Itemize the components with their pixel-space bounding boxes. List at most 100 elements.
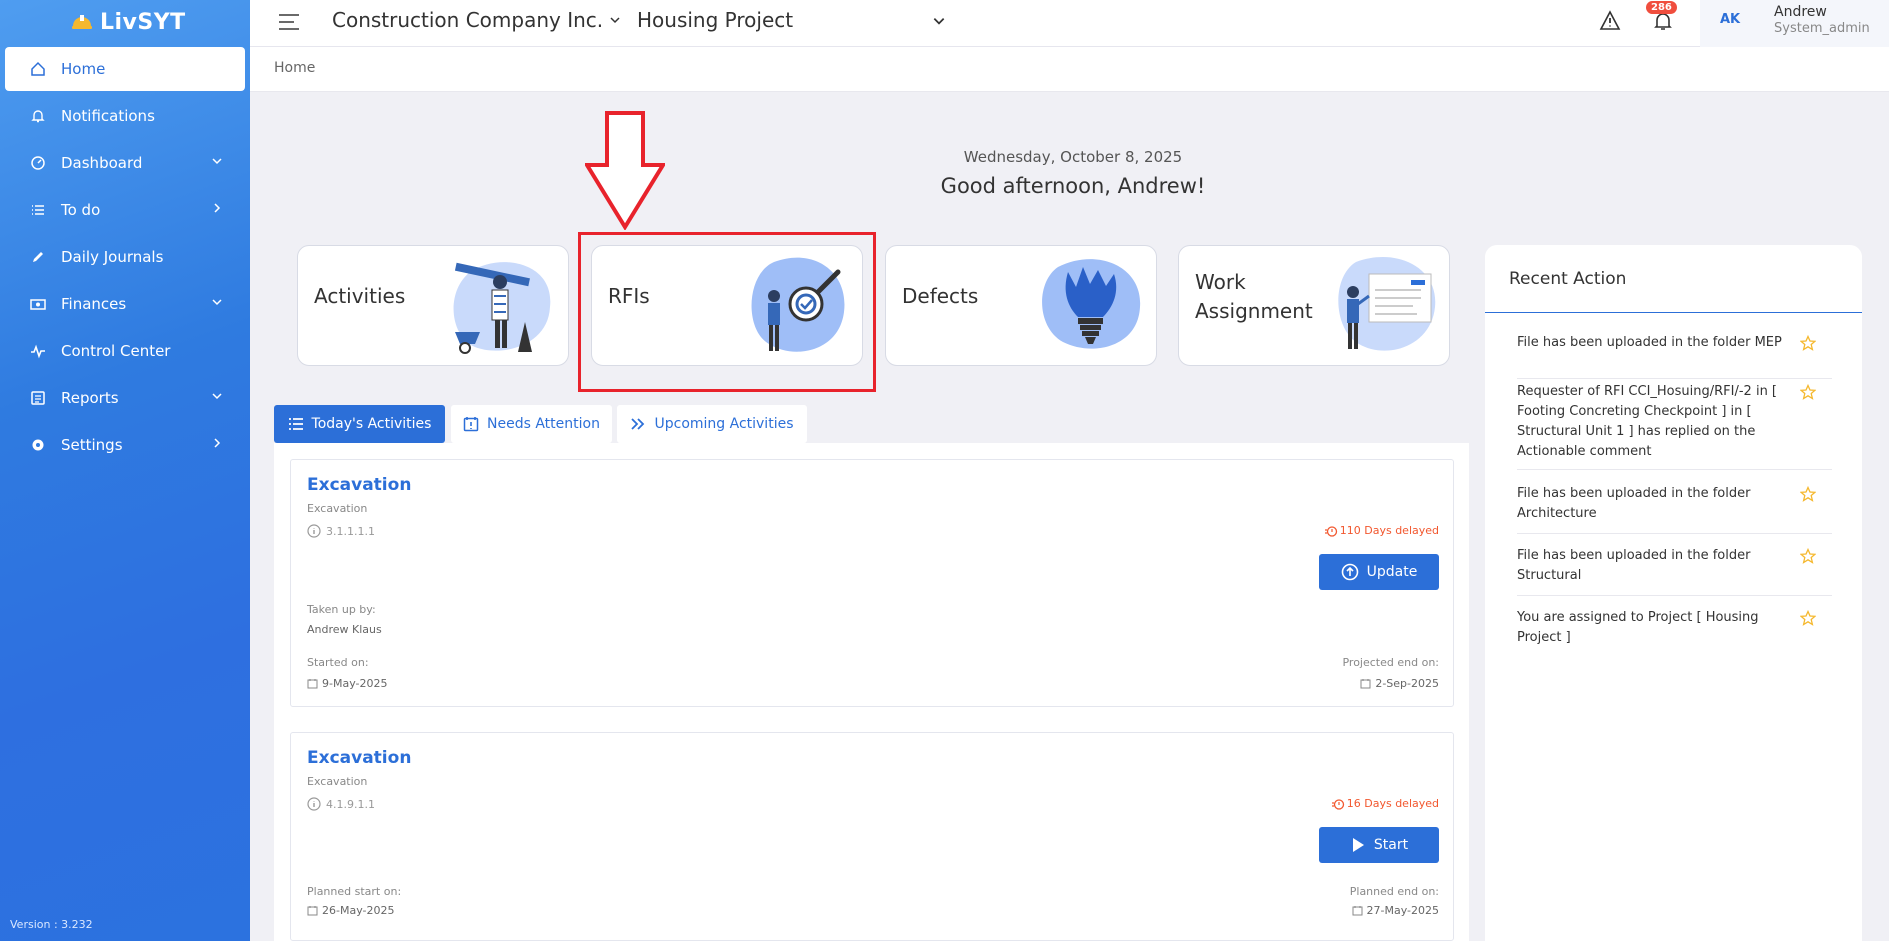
company-selector[interactable]: Construction Company Inc.: [332, 8, 621, 32]
sidebar-item-finances[interactable]: Finances: [5, 282, 245, 326]
broken-lightbulb-illustration-icon: [1042, 259, 1141, 349]
calendar-alert-icon: [463, 417, 479, 432]
star-icon[interactable]: [1800, 548, 1816, 564]
activities-panel: Excavation Excavation 3.1.1.1.1 110 Days…: [274, 443, 1469, 941]
chevron-right-icon: [214, 438, 221, 448]
app-root: LivSYT Home Notifications Dashboard To d…: [0, 0, 1889, 941]
projected-end-value: 2-Sep-2025: [1360, 677, 1439, 690]
activity-code: 4.1.9.1.1: [307, 797, 375, 811]
activity-subtitle: Excavation: [307, 775, 368, 788]
tab-needs-attention[interactable]: Needs Attention: [451, 405, 612, 443]
tab-label: Needs Attention: [487, 416, 600, 432]
tab-todays-activities[interactable]: Today's Activities: [274, 405, 445, 443]
sidebar-item-notifications[interactable]: Notifications: [5, 94, 245, 138]
work-assignment-card[interactable]: Work Assignment: [1178, 245, 1450, 366]
star-icon[interactable]: [1800, 335, 1816, 351]
info-icon: [307, 524, 321, 538]
worker-illustration-icon: [453, 262, 551, 354]
star-icon[interactable]: [1800, 384, 1816, 400]
user-name: Andrew: [1774, 4, 1827, 20]
recent-action-divider: [1485, 312, 1862, 313]
warning-icon[interactable]: [1599, 10, 1621, 32]
timer-icon: [1324, 525, 1337, 537]
activities-card[interactable]: Activities: [297, 245, 569, 366]
greeting-message: Good afternoon, Andrew!: [940, 174, 1206, 198]
sidebar-item-label: To do: [61, 201, 101, 219]
sidebar-item-daily-journals[interactable]: Daily Journals: [5, 235, 245, 279]
play-icon: [1352, 838, 1364, 852]
sidebar-item-control-center[interactable]: Control Center: [5, 329, 245, 373]
sidebar-item-label: Notifications: [61, 107, 155, 125]
sidebar-item-label: Dashboard: [61, 154, 143, 172]
sidebar-item-dashboard[interactable]: Dashboard: [5, 141, 245, 185]
list-item[interactable]: File has been uploaded in the folder Arc…: [1517, 484, 1832, 534]
sidebar-item-label: Reports: [61, 389, 119, 407]
project-selector[interactable]: Housing Project: [637, 8, 793, 32]
calendar-icon: [307, 906, 318, 916]
pulse-icon: [29, 342, 47, 360]
defects-card[interactable]: Defects: [885, 245, 1157, 366]
pencil-icon: [29, 248, 47, 266]
tab-label: Today's Activities: [311, 416, 432, 432]
hamburger-menu-icon[interactable]: [278, 13, 300, 31]
breadcrumb: Home: [250, 47, 1889, 92]
tab-upcoming-activities[interactable]: Upcoming Activities: [617, 405, 807, 443]
sidebar-item-label: Settings: [61, 436, 123, 454]
chevron-down-icon: [212, 393, 222, 400]
breadcrumb-home[interactable]: Home: [274, 60, 315, 76]
chevron-down-icon: [610, 17, 620, 24]
sidebar-item-label: Daily Journals: [61, 248, 164, 266]
card-title: Defects: [902, 284, 979, 308]
sidebar-item-reports[interactable]: Reports: [5, 376, 245, 420]
calendar-icon: [307, 679, 318, 689]
helmet-logo-icon: [72, 15, 92, 29]
topbar: Construction Company Inc. Housing Projec…: [250, 0, 1889, 47]
timer-icon: [1331, 798, 1344, 810]
list-item[interactable]: You are assigned to Project [ Housing Pr…: [1517, 608, 1832, 654]
sidebar-item-label: Home: [61, 60, 106, 78]
star-icon[interactable]: [1800, 610, 1816, 626]
notification-count-badge: 286: [1646, 1, 1677, 14]
activity-title[interactable]: Excavation: [307, 475, 411, 495]
user-menu[interactable]: AK Andrew System_admin: [1700, 0, 1889, 47]
activity-card: Excavation Excavation 4.1.9.1.1 16 Days …: [290, 732, 1454, 941]
update-button[interactable]: Update: [1319, 554, 1439, 590]
brand-name: LivSYT: [100, 9, 186, 35]
calendar-icon: [1360, 679, 1371, 689]
star-icon[interactable]: [1800, 486, 1816, 502]
activity-title[interactable]: Excavation: [307, 748, 411, 768]
chevron-down-icon: [212, 158, 222, 165]
list-item[interactable]: File has been uploaded in the folder Str…: [1517, 546, 1832, 596]
card-title: Activities: [314, 284, 406, 308]
list-item[interactable]: File has been uploaded in the folder MEP: [1517, 333, 1832, 379]
activity-card: Excavation Excavation 3.1.1.1.1 110 Days…: [290, 459, 1454, 707]
taken-up-label: Taken up by:: [307, 603, 376, 616]
sidebar-item-home[interactable]: Home: [5, 47, 245, 91]
list-item[interactable]: Requester of RFI CCI_Hosuing/RFI/-2 in […: [1517, 382, 1832, 470]
gear-icon: [29, 436, 47, 454]
red-arrow-annotation-icon: [585, 111, 665, 230]
report-icon: [29, 389, 47, 407]
list-icon: [29, 201, 47, 219]
upload-circle-icon: [1341, 563, 1358, 581]
chevron-right-icon: [214, 203, 221, 213]
brand-logo[interactable]: LivSYT: [70, 6, 186, 38]
planned-start-label: Planned start on:: [307, 885, 402, 898]
recent-action-panel: Recent Action File has been uploaded in …: [1485, 245, 1862, 941]
started-on-label: Started on:: [307, 656, 369, 669]
sidebar: LivSYT Home Notifications Dashboard To d…: [0, 0, 250, 941]
sidebar-item-label: Finances: [61, 295, 127, 313]
avatar: AK: [1720, 12, 1741, 27]
activity-code: 3.1.1.1.1: [307, 524, 375, 538]
planned-end-label: Planned end on:: [1349, 885, 1439, 898]
activity-subtitle: Excavation: [307, 502, 368, 515]
sidebar-item-todo[interactable]: To do: [5, 188, 245, 232]
sidebar-item-settings[interactable]: Settings: [5, 423, 245, 467]
list-icon: [288, 418, 303, 430]
start-button[interactable]: Start: [1319, 827, 1439, 863]
chevron-down-icon[interactable]: [932, 14, 946, 28]
rfis-highlight-annotation: [578, 232, 876, 392]
gauge-icon: [29, 154, 47, 172]
tab-label: Upcoming Activities: [654, 416, 794, 432]
planned-start-value: 26-May-2025: [307, 904, 394, 917]
